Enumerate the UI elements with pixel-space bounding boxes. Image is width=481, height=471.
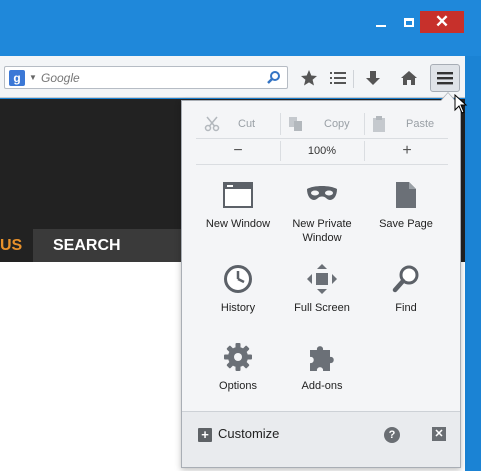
window-border <box>465 56 481 471</box>
zoom-divider <box>364 141 365 161</box>
new-window-icon <box>223 182 253 208</box>
open-menu-button[interactable] <box>430 64 460 92</box>
zoom-in-button[interactable]: + <box>392 139 422 163</box>
save-page-label: Save Page <box>379 218 433 230</box>
search-box[interactable]: g ▼ <box>4 66 288 89</box>
save-page-item[interactable]: Save Page <box>362 175 450 231</box>
copy-icon <box>289 117 302 131</box>
toolbar-separator <box>353 70 354 88</box>
paste-button[interactable]: Paste <box>372 111 448 137</box>
panel-arrow-fill <box>441 93 455 101</box>
private-mask-icon <box>307 186 337 200</box>
history-item[interactable]: History <box>194 259 282 315</box>
new-private-window-label: New Private Window <box>292 218 352 244</box>
mouse-cursor-icon <box>454 94 468 114</box>
bookmarks-list-icon <box>330 72 346 84</box>
window-titlebar: ✕ <box>0 0 481 56</box>
star-icon <box>301 70 317 86</box>
home-icon <box>401 71 417 85</box>
search-input[interactable] <box>41 69 261 87</box>
downloads-button[interactable] <box>360 65 386 91</box>
browser-toolbar: g ▼ <box>0 56 465 98</box>
home-button[interactable] <box>396 65 422 91</box>
search-engine-icon[interactable]: g <box>9 70 25 86</box>
menu-footer: + Customize ? ✕ <box>182 411 460 467</box>
close-icon: ✕ <box>434 12 450 31</box>
nav-item-us[interactable]: US <box>0 229 32 262</box>
maximize-button[interactable] <box>396 11 422 33</box>
history-clock-icon <box>224 265 252 293</box>
options-label: Options <box>219 380 257 392</box>
hamburger-menu-icon <box>437 72 453 85</box>
scissors-icon <box>204 116 220 132</box>
full-screen-label: Full Screen <box>294 302 350 314</box>
download-arrow-icon <box>366 71 380 85</box>
maximize-icon <box>404 17 414 27</box>
quit-icon[interactable]: ✕ <box>432 427 446 441</box>
find-magnifier-icon <box>392 265 419 293</box>
fullscreen-icon <box>307 264 337 294</box>
minimize-button[interactable] <box>368 11 394 33</box>
customize-button[interactable]: Customize <box>218 426 279 441</box>
edit-divider <box>364 113 365 135</box>
paste-label: Paste <box>406 118 435 130</box>
minimize-icon <box>376 25 386 27</box>
history-label: History <box>220 302 256 314</box>
new-window-item[interactable]: New Window <box>194 175 282 231</box>
zoom-reset-button[interactable]: 100% <box>280 139 364 163</box>
edit-controls: Cut Copy Paste <box>196 111 448 137</box>
zoom-separator <box>196 164 448 165</box>
add-ons-item[interactable]: Add-ons <box>278 337 366 393</box>
puzzle-icon <box>310 346 334 371</box>
zoom-controls: − 100% + <box>196 139 448 163</box>
save-page-icon <box>396 182 416 208</box>
find-item[interactable]: Find <box>362 259 450 315</box>
add-ons-label: Add-ons <box>301 380 343 392</box>
copy-label: Copy <box>324 118 350 130</box>
nav-item-search[interactable]: SEARCH <box>33 229 183 262</box>
search-icon[interactable] <box>267 70 281 84</box>
chevron-down-icon[interactable]: ▼ <box>29 73 37 82</box>
copy-button[interactable]: Copy <box>288 111 364 137</box>
zoom-out-button[interactable]: − <box>223 139 253 163</box>
clipboard-icon <box>373 116 385 132</box>
bookmark-star-button[interactable] <box>296 65 322 91</box>
options-item[interactable]: Options <box>194 337 282 393</box>
bookmarks-menu-button[interactable] <box>325 65 351 91</box>
new-window-label: New Window <box>205 218 271 230</box>
cut-label: Cut <box>238 118 256 130</box>
gear-icon <box>224 343 252 371</box>
close-window-button[interactable]: ✕ <box>420 11 464 33</box>
edit-divider <box>280 113 281 135</box>
cut-button[interactable]: Cut <box>204 111 280 137</box>
customize-plus-icon[interactable]: + <box>198 428 212 442</box>
full-screen-item[interactable]: Full Screen <box>278 259 366 315</box>
find-label: Find <box>395 302 417 314</box>
firefox-menu-panel: Cut Copy Paste − 100% + New Window New P… <box>181 100 461 468</box>
new-private-window-item[interactable]: New Private Window <box>278 175 366 245</box>
help-icon[interactable]: ? <box>384 427 400 443</box>
